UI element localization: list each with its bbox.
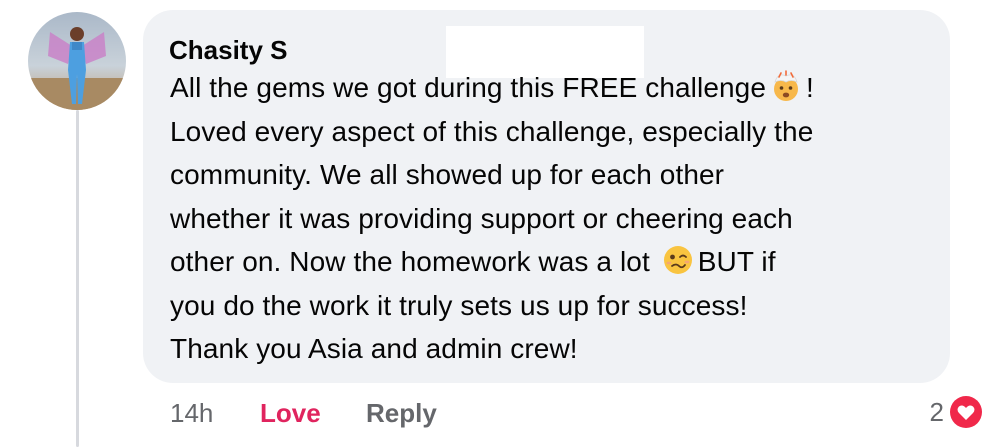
love-reaction-button[interactable]: Love xyxy=(260,393,321,433)
comment-thread: Chasity S All the gems we got during thi… xyxy=(0,0,1000,447)
comment-bubble: Chasity S All the gems we got during thi… xyxy=(143,10,950,383)
exploding-head-emoji-icon xyxy=(770,70,802,102)
comment-line: Loved every aspect of this challenge, es… xyxy=(170,115,814,147)
author-name[interactable]: Chasity S xyxy=(169,35,288,65)
comment-text: All the gems we got during this FREE cha… xyxy=(170,66,940,371)
thread-connector-line xyxy=(76,110,79,447)
comment-line: you do the work it truly sets us up for … xyxy=(170,289,748,321)
reaction-summary[interactable]: 2 xyxy=(930,392,984,432)
heart-reaction-icon xyxy=(948,394,984,430)
woozy-face-emoji-icon xyxy=(662,244,694,276)
comment-line: All the gems we got during this FREE cha… xyxy=(170,70,814,103)
comment-line: other on. Now the homework was a lot BUT… xyxy=(170,244,776,277)
reaction-count: 2 xyxy=(929,397,944,427)
comment-line: Thank you Asia and admin crew! xyxy=(170,333,578,364)
avatar[interactable] xyxy=(28,12,126,110)
comment-line: community. We all showed up for each oth… xyxy=(170,159,725,190)
reply-button[interactable]: Reply xyxy=(366,393,437,433)
author-row: Chasity S xyxy=(169,30,288,70)
avatar-photo xyxy=(28,12,126,110)
comment-timestamp[interactable]: 14h xyxy=(170,393,213,433)
comment-line: whether it was providing support or chee… xyxy=(170,202,793,234)
